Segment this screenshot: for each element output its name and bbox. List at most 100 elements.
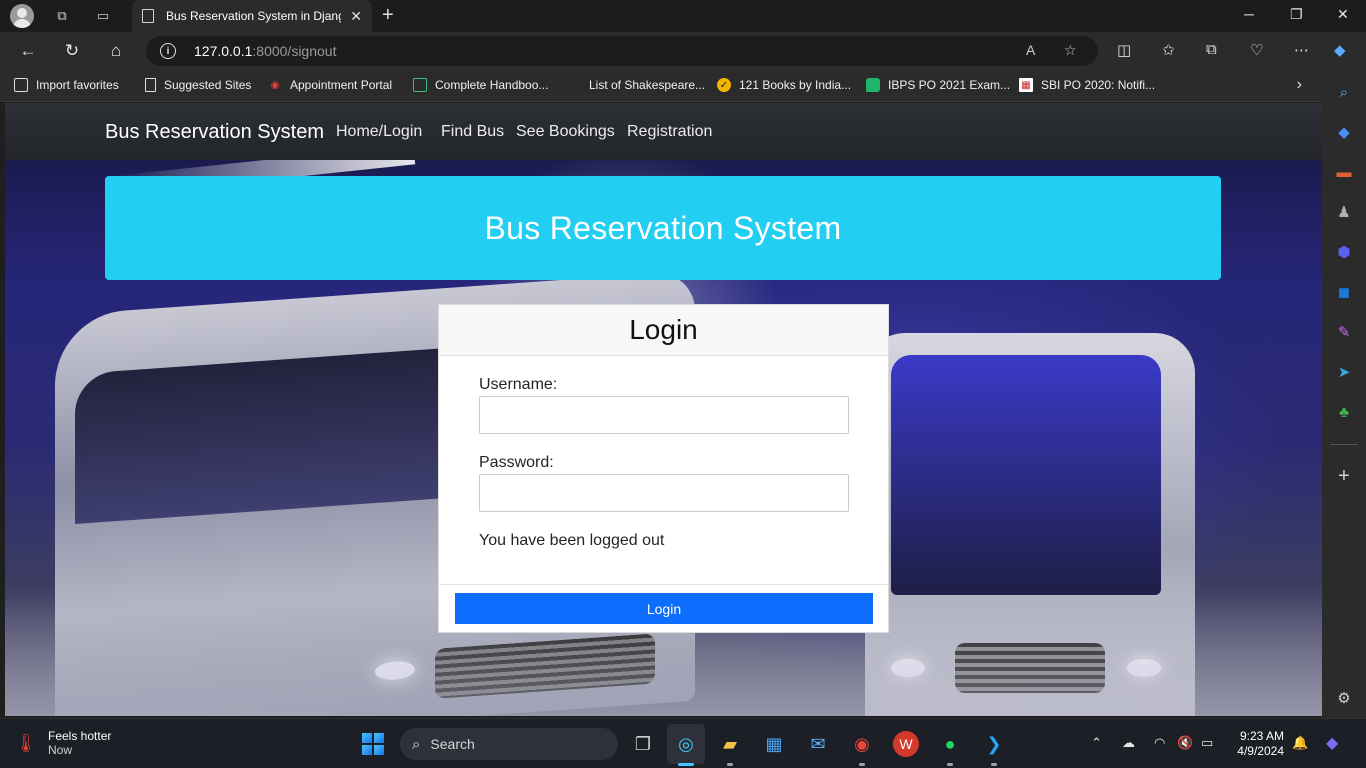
login-card-header: Login: [439, 305, 888, 356]
restore-icon[interactable]: ❐: [1290, 6, 1303, 23]
mail-icon[interactable]: ✉: [805, 731, 831, 757]
copilot-icon[interactable]: ◆: [1334, 41, 1346, 59]
page-icon: [145, 78, 156, 92]
favorites-bar: Import favorites Suggested Sites ◉ Appoin…: [0, 70, 1322, 102]
url-host: 127.0.0.1: [194, 43, 253, 59]
close-window-icon[interactable]: ✕: [1337, 6, 1349, 23]
notification-bell-icon[interactable]: 🔔: [1292, 735, 1308, 751]
nav-find-bus[interactable]: Find Bus: [441, 123, 504, 141]
show-hidden-icons-icon[interactable]: ⌃: [1091, 735, 1102, 751]
edge-sidebar: ⌕ ◆ ▬ ♟ ⬢ ◼ ✎ ➤ ♣ + ⚙: [1322, 70, 1366, 718]
weather-title: Feels hotter: [48, 729, 112, 743]
favorite-sbi[interactable]: ▦ SBI PO 2020: Notifi...: [1019, 78, 1155, 92]
login-title: Login: [629, 314, 698, 345]
windows-start-icon[interactable]: [362, 733, 384, 755]
taskbar-search[interactable]: ⌕ Search: [400, 728, 618, 760]
chevron-right-icon[interactable]: ›: [1297, 76, 1302, 94]
system-clock[interactable]: 9:23 AM 4/9/2024: [1226, 729, 1284, 759]
username-input[interactable]: [479, 396, 849, 434]
weather-subtitle: Now: [48, 743, 73, 757]
running-indicator: [859, 763, 865, 766]
designer-icon[interactable]: ✎: [1334, 322, 1354, 342]
favorite-shakespeare[interactable]: ○ List of Shakespeare...: [567, 78, 705, 92]
task-view-icon[interactable]: ❐: [630, 731, 656, 757]
favorite-handbook[interactable]: Complete Handboo...: [413, 78, 548, 92]
search-icon: ○: [570, 79, 578, 91]
workspaces-icon[interactable]: ⧉: [51, 5, 73, 27]
tab-actions-icon[interactable]: ▭: [92, 5, 114, 27]
running-indicator: [947, 763, 953, 766]
url-text: 127.0.0.1:8000/signout: [194, 43, 336, 59]
nav-home-login[interactable]: Home/Login: [336, 123, 422, 141]
login-form: Username: Password: You have been logged…: [439, 356, 888, 585]
home-icon[interactable]: ⌂: [105, 40, 127, 62]
vscode-icon[interactable]: ❯: [981, 731, 1007, 757]
url-field[interactable]: i 127.0.0.1:8000/signout A ☆: [146, 36, 1098, 66]
performance-icon[interactable]: ♡: [1250, 41, 1263, 59]
web-page: Bus Reservation System Home/Login Find B…: [5, 103, 1322, 716]
add-icon[interactable]: +: [1334, 465, 1354, 487]
favorites-icon[interactable]: ✩: [1162, 41, 1175, 59]
tree-icon[interactable]: ♣: [1334, 402, 1354, 422]
books-icon: ✓: [717, 78, 731, 92]
favorite-import[interactable]: Import favorites: [14, 78, 119, 92]
volume-muted-icon[interactable]: 🔇: [1177, 735, 1193, 751]
sidebar-divider: [1330, 444, 1358, 445]
import-icon: [14, 78, 28, 92]
favorite-ibps[interactable]: IBPS PO 2021 Exam...: [866, 78, 1010, 92]
password-input[interactable]: [479, 474, 849, 512]
clock-date: 4/9/2024: [1237, 744, 1284, 758]
microsoft-365-icon[interactable]: ⬢: [1334, 242, 1354, 262]
spotify-icon[interactable]: ●: [937, 731, 963, 757]
more-menu-icon[interactable]: ⋯: [1294, 41, 1309, 59]
outlook-icon[interactable]: ◼: [1334, 282, 1354, 302]
running-indicator: [991, 763, 997, 766]
tab-title: Bus Reservation System in Django: [166, 9, 341, 23]
microsoft-store-icon[interactable]: ▦: [761, 731, 787, 757]
address-bar-row: ← ↻ ⌂ i 127.0.0.1:8000/signout A ☆ ◫ ✩ ⧉…: [0, 32, 1366, 70]
wifi-icon[interactable]: ◠: [1154, 735, 1165, 751]
file-explorer-icon[interactable]: ▰: [717, 731, 743, 757]
close-tab-icon[interactable]: ✕: [350, 8, 362, 25]
favorite-star-icon[interactable]: ☆: [1064, 42, 1077, 59]
collections-icon[interactable]: ⧉: [1206, 41, 1217, 58]
favorite-suggested-sites[interactable]: Suggested Sites: [145, 78, 251, 92]
tools-briefcase-icon[interactable]: ▬: [1334, 162, 1354, 182]
shopping-tag-icon[interactable]: ◆: [1334, 122, 1354, 142]
chrome-icon[interactable]: ◉: [849, 731, 875, 757]
minimize-icon[interactable]: ─: [1244, 6, 1254, 22]
refresh-icon[interactable]: ↻: [61, 40, 83, 62]
nav-registration[interactable]: Registration: [627, 123, 712, 141]
split-screen-icon[interactable]: ◫: [1117, 41, 1131, 59]
browser-tab[interactable]: Bus Reservation System in Django ✕: [132, 0, 372, 32]
send-icon[interactable]: ➤: [1334, 362, 1354, 382]
username-label: Username:: [479, 376, 558, 393]
hero-banner: Bus Reservation System: [105, 176, 1221, 280]
settings-gear-icon[interactable]: ⚙: [1334, 688, 1354, 708]
active-indicator: [678, 763, 694, 766]
site-brand[interactable]: Bus Reservation System: [105, 121, 324, 144]
handbook-icon: [413, 78, 427, 92]
sbi-icon: ▦: [1019, 78, 1033, 92]
site-info-icon[interactable]: i: [160, 43, 176, 59]
back-arrow-icon[interactable]: ←: [17, 40, 39, 62]
read-aloud-icon[interactable]: A: [1026, 42, 1035, 58]
url-path: :8000/signout: [252, 43, 337, 59]
profile-avatar[interactable]: [10, 4, 34, 28]
login-button[interactable]: Login: [455, 593, 873, 624]
clock-time: 9:23 AM: [1239, 729, 1284, 743]
favorite-appointment-portal[interactable]: ◉ Appointment Portal: [268, 78, 392, 92]
hero-title: Bus Reservation System: [484, 209, 842, 246]
copilot-taskbar-icon[interactable]: ◆: [1326, 733, 1338, 753]
wps-office-icon[interactable]: W: [893, 731, 919, 757]
cloud-sync-icon[interactable]: ☁: [1122, 735, 1135, 751]
new-tab-button[interactable]: +: [382, 5, 394, 25]
windows-taskbar: 🌡 Feels hotter Now ⌕ Search ❐ ◎ ▰ ▦ ✉ ◉ …: [0, 718, 1366, 768]
edge-browser-icon[interactable]: ◎: [673, 731, 699, 757]
search-icon[interactable]: ⌕: [1334, 82, 1354, 102]
nav-see-bookings[interactable]: See Bookings: [516, 123, 615, 141]
favorite-books[interactable]: ✓ 121 Books by India...: [717, 78, 851, 92]
weather-widget[interactable]: 🌡 Feels hotter Now: [15, 729, 112, 757]
games-icon[interactable]: ♟: [1334, 202, 1354, 222]
battery-icon[interactable]: ▭: [1201, 735, 1213, 751]
